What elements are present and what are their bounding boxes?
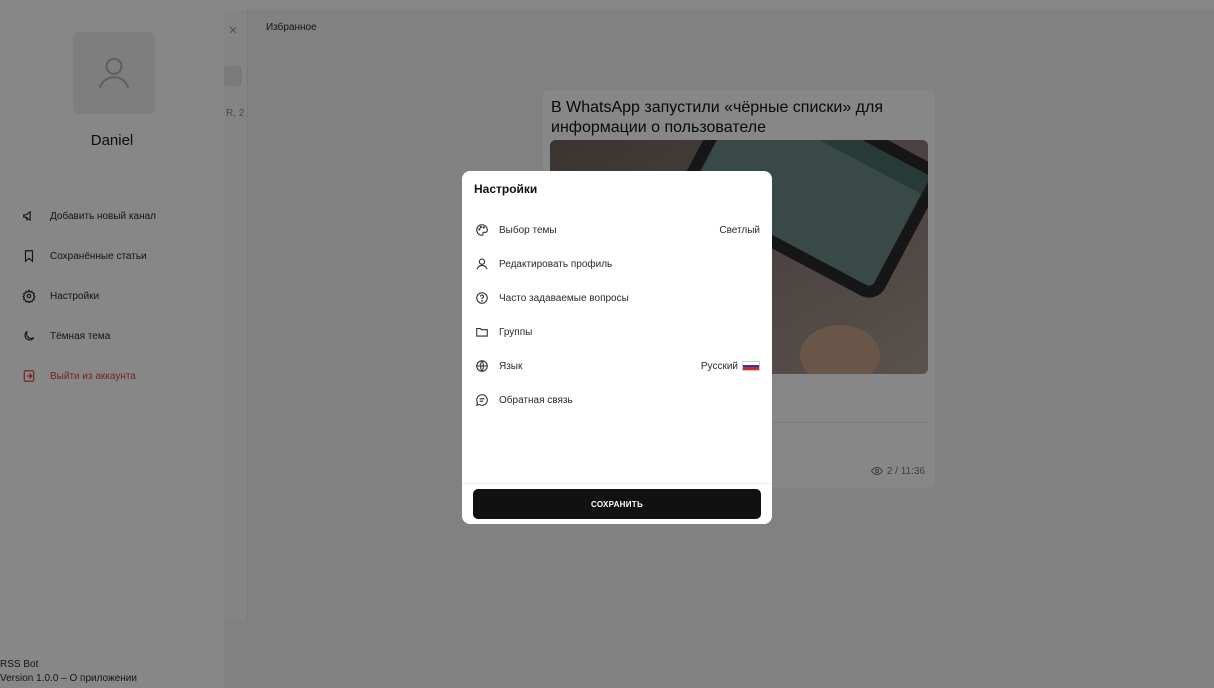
setting-theme[interactable]: Выбор темы Светлый	[474, 213, 760, 247]
modal-title: Настройки	[474, 182, 538, 196]
setting-feedback[interactable]: Обратная связь	[474, 383, 760, 417]
russia-flag-icon	[742, 361, 760, 371]
palette-icon	[475, 224, 488, 236]
modal-divider	[462, 483, 772, 484]
settings-list: Выбор темы Светлый Редактировать профиль…	[474, 213, 760, 417]
language-value: Русский	[701, 361, 760, 372]
chat-icon	[475, 394, 488, 406]
question-icon	[475, 292, 488, 304]
setting-label: Выбор темы	[499, 224, 557, 236]
setting-value: Русский	[700, 360, 738, 372]
globe-icon	[475, 360, 488, 372]
save-button[interactable]: СОХРАНИТЬ	[473, 489, 761, 519]
setting-language[interactable]: Язык Русский	[474, 349, 760, 383]
setting-label: Язык	[499, 360, 523, 372]
folder-icon	[475, 327, 488, 337]
setting-label: Обратная связь	[499, 394, 573, 406]
setting-groups[interactable]: Группы	[474, 315, 760, 349]
setting-label: Группы	[499, 326, 533, 338]
setting-faq[interactable]: Часто задаваемые вопросы	[474, 281, 760, 315]
setting-label: Часто задаваемые вопросы	[499, 292, 629, 304]
setting-label: Редактировать профиль	[499, 258, 613, 270]
settings-modal: Настройки Выбор темы Светлый Редактирова…	[462, 171, 772, 524]
setting-value: Светлый	[719, 224, 760, 236]
user-icon	[476, 258, 487, 270]
setting-edit-profile[interactable]: Редактировать профиль	[474, 247, 760, 281]
